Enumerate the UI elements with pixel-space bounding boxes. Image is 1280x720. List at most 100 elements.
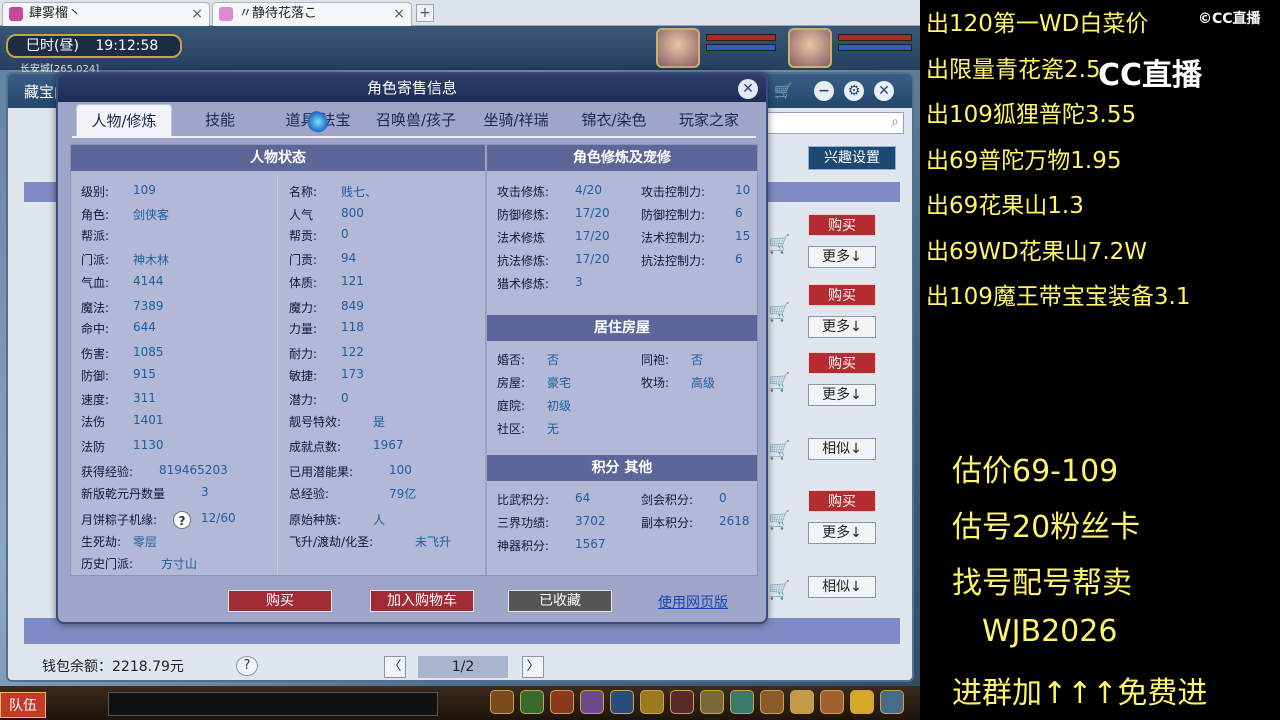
close-tab-icon[interactable]: × [191,3,203,25]
close-dialog-icon[interactable]: ✕ [738,79,758,99]
search-input[interactable]: ⌕ [764,112,904,134]
section-title-status: 人物状态 [71,145,485,171]
prev-page-button[interactable]: 〈 [384,656,406,678]
buy-button[interactable]: 购买 [808,352,876,374]
info-line: 进群加↑↑↑免费进 [952,676,1208,711]
help-icon[interactable]: ? [173,511,191,529]
similar-button[interactable]: 相似↓ [808,576,876,598]
tab-pets[interactable]: 召唤兽/孩子 [368,104,464,136]
game-viewport: 肆雾榴丶 × 〃静待花落こ × + 巳时(昼) 19:12:58 长安城[265… [0,0,920,720]
skill-icon[interactable] [640,690,664,714]
field-value: 4/20 [575,183,602,197]
skill-icon[interactable] [490,690,514,714]
pet-avatar[interactable] [656,28,700,68]
interest-settings-button[interactable]: 兴趣设置 [808,146,896,170]
sale-line: 出69普陀万物1.95 [926,147,1122,174]
field-label: 猎术修炼: [497,277,550,291]
field-label: 社区: [497,422,526,436]
skill-icon[interactable] [730,690,754,714]
field-value: 173 [341,367,364,381]
buy-button[interactable]: 购买 [808,284,876,306]
chat-input[interactable] [108,692,438,716]
next-page-button[interactable]: 〉 [522,656,544,678]
field-value: 初级 [547,399,572,413]
field-label: 获得经验: [81,465,134,479]
buy-button[interactable]: 购买 [808,214,876,236]
skill-icon[interactable] [670,690,694,714]
field-value: 3 [575,275,583,289]
browser-tab[interactable]: 〃静待花落こ × [212,2,412,26]
use-web-version-link[interactable]: 使用网页版 [658,592,728,612]
skill-icon[interactable] [550,690,574,714]
field-label: 原始种族: [289,513,342,527]
dialog-title: 角色寄售信息 [58,74,766,102]
cart-icon[interactable]: 🛒 [768,580,792,601]
field-value: 0 [341,227,349,241]
cart-icon[interactable]: 🛒 [768,372,792,393]
clock-time: 19:12:58 [95,38,159,54]
browser-tab[interactable]: 肆雾榴丶 × [2,2,210,26]
minimize-icon[interactable]: − [814,81,834,101]
skill-icon[interactable] [700,690,724,714]
help-icon[interactable]: ? [236,656,258,676]
tab-character[interactable]: 人物/修炼 [76,104,172,136]
info-line: 估价69-109 [952,454,1119,489]
cart-icon[interactable]: 🛒 [768,234,792,255]
field-label: 三界功绩: [497,516,550,530]
field-label: 防御修炼: [497,208,550,222]
field-label: 人气 [289,208,314,222]
field-value: 豪宅 [547,376,572,390]
close-tab-icon[interactable]: × [393,3,405,25]
similar-button[interactable]: 相似↓ [808,438,876,460]
field-value: 10 [735,183,751,197]
close-window-icon[interactable]: ✕ [874,81,894,101]
field-value: 否 [547,353,560,367]
favorited-button[interactable]: 已收藏 [508,590,612,612]
skill-icon[interactable] [790,690,814,714]
tab-mounts[interactable]: 坐骑/祥瑞 [468,104,564,136]
skill-icon[interactable] [820,690,844,714]
skill-icon[interactable] [580,690,604,714]
team-button[interactable]: 队伍 [0,692,46,718]
cart-icon[interactable]: 🛒 [768,510,792,531]
field-value: 零层 [133,535,158,549]
field-label: 历史门派: [81,557,134,571]
pet-hp-bar [706,34,776,41]
tab-outfits[interactable]: 锦衣/染色 [566,104,662,136]
buy-button[interactable]: 购买 [228,590,332,612]
field-label: 耐力: [289,347,318,361]
info-line: WJB2026 [982,614,1118,649]
field-label: 月饼粽子机缘: [81,513,158,527]
shopping-cart-icon[interactable]: 🛒 [774,82,796,100]
cart-icon[interactable]: 🛒 [768,302,792,323]
settings-gear-icon[interactable]: ⚙ [844,81,864,101]
search-icon[interactable]: ⌕ [891,114,899,130]
add-to-cart-button[interactable]: 加入购物车 [370,590,474,612]
field-value: 1567 [575,537,606,551]
skill-icon[interactable] [610,690,634,714]
field-value: 1967 [373,438,404,452]
wallet-balance: 钱包余额：2218.79元 [42,659,184,675]
buy-button[interactable]: 购买 [808,490,876,512]
cart-icon[interactable]: 🛒 [768,440,792,461]
more-button[interactable]: 更多↓ [808,246,876,268]
skill-icon[interactable] [760,690,784,714]
field-value: 109 [133,183,156,197]
tab-skills[interactable]: 技能 [184,104,256,136]
more-button[interactable]: 更多↓ [808,522,876,544]
field-value: 贱七、 [341,185,378,199]
browser-tab-bar: 肆雾榴丶 × 〃静待花落こ × + [0,0,920,26]
tab-title: 〃静待花落こ [239,6,318,21]
tab-player-home[interactable]: 玩家之家 [664,104,754,136]
skill-icon[interactable] [850,690,874,714]
player-avatar[interactable] [788,28,832,68]
skill-icon[interactable] [520,690,544,714]
field-label: 体质: [289,276,318,290]
more-button[interactable]: 更多↓ [808,384,876,406]
skill-icon[interactable] [880,690,904,714]
more-button[interactable]: 更多↓ [808,316,876,338]
field-value: 7389 [133,299,164,313]
column-divider [277,175,278,575]
field-value: 15 [735,229,751,243]
new-tab-button[interactable]: + [416,4,434,22]
